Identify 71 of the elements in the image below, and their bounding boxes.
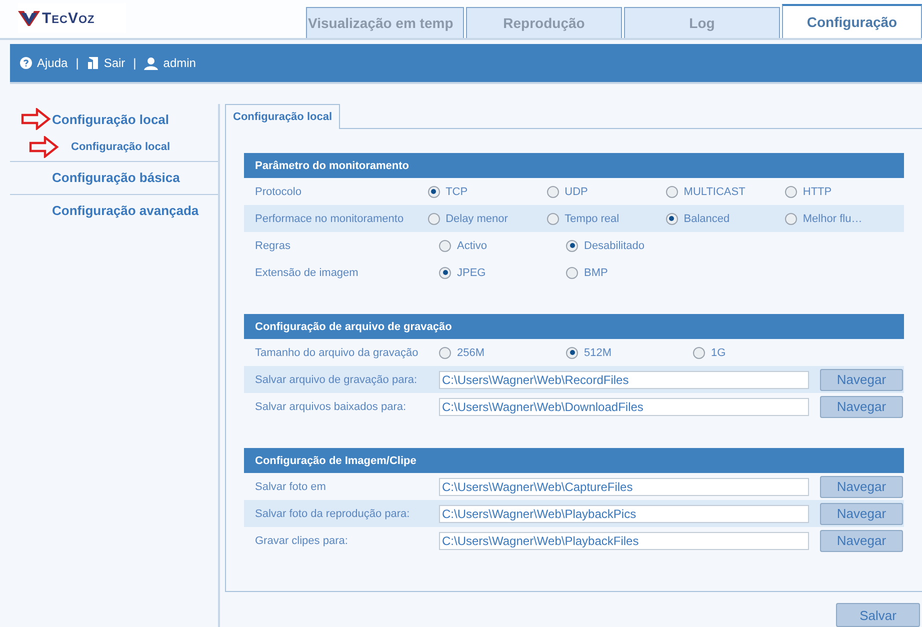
field-label: Extensão de imagem (255, 266, 360, 278)
separator: | (76, 56, 79, 70)
field-label: Salvar foto em (255, 480, 327, 492)
radio-button[interactable] (666, 186, 678, 198)
field-label: Salvar arquivos baixados para: (255, 400, 408, 412)
radio-button[interactable] (566, 240, 578, 252)
option-label: TCP (446, 186, 468, 198)
help-link[interactable]: Ajuda (37, 56, 68, 70)
option-label: MULTICAST (684, 186, 746, 198)
sidebar-item[interactable]: Configuração avançada (52, 202, 199, 218)
user-name: admin (163, 56, 196, 70)
option-label: 512M (584, 346, 612, 358)
radio-button[interactable] (428, 186, 440, 198)
tab[interactable]: Configuração local (225, 104, 340, 129)
logout-link[interactable]: Sair (104, 56, 126, 70)
section-header: Configuração de Imagem/Clipe (244, 448, 904, 473)
radio-button[interactable] (546, 212, 559, 224)
field-label: Salvar foto da reprodução para: (255, 508, 411, 520)
radio-button[interactable] (546, 186, 559, 198)
exit-icon[interactable] (86, 56, 99, 70)
path-field[interactable]: C:\Users\Wagner\Web\PlaybackFiles (439, 532, 809, 550)
path-field[interactable]: C:\Users\Wagner\Web\CaptureFiles (439, 478, 809, 496)
option-label: 1G (711, 346, 726, 358)
browse-button[interactable]: Navegar (820, 368, 903, 390)
radio-button[interactable] (666, 212, 678, 224)
separator: | (133, 56, 136, 70)
tab[interactable]: Configuração (782, 4, 922, 38)
field-label: Salvar arquivo de gravação para: (255, 374, 418, 386)
field-label: Performace no monitoramento (255, 212, 405, 224)
browse-button[interactable]: Navegar (820, 476, 903, 498)
option-label: 256M (457, 346, 485, 358)
option-label: Tempo real (564, 212, 620, 224)
tab[interactable]: Reprodução (466, 7, 622, 38)
option-label: JPEG (457, 266, 486, 278)
sidebar-item[interactable]: Configuração local (52, 112, 170, 126)
radio-button[interactable] (439, 346, 451, 358)
save-button[interactable]: Salvar (836, 603, 920, 627)
path-field[interactable]: C:\Users\Wagner\Web\PlaybackPics (439, 504, 809, 522)
radio-button[interactable] (439, 240, 451, 252)
field-label: Protocolo (255, 186, 302, 198)
radio-button[interactable] (784, 212, 797, 224)
option-label: BMP (584, 266, 608, 278)
radio-button[interactable] (784, 186, 797, 198)
field-label: Gravar clipes para: (255, 534, 349, 546)
option-label: Balanced (684, 212, 730, 224)
option-label: Delay menor (446, 212, 508, 224)
option-label: Activo (457, 240, 487, 252)
field-label: Regras (255, 240, 292, 252)
tab[interactable]: Visualização em temp (306, 7, 464, 38)
option-label: Melhor flu… (802, 212, 862, 224)
tab[interactable]: Log (624, 7, 780, 38)
sidebar-item[interactable]: Configuração básica (52, 170, 180, 184)
help-icon[interactable] (20, 57, 32, 69)
path-field[interactable]: C:\Users\Wagner\Web\DownloadFiles (439, 398, 809, 416)
path-field[interactable]: C:\Users\Wagner\Web\RecordFiles (439, 370, 809, 388)
section-header: Configuração de arquivo de gravação (244, 314, 904, 339)
option-label: HTTP (802, 186, 832, 198)
browse-button[interactable]: Navegar (820, 396, 903, 418)
sidebar-subitem[interactable]: Configuração local (71, 140, 170, 152)
radio-button[interactable] (428, 212, 440, 224)
browse-button[interactable]: Navegar (820, 502, 903, 524)
radio-button[interactable] (693, 346, 705, 358)
browse-button[interactable]: Navegar (820, 530, 903, 552)
radio-button[interactable] (439, 266, 451, 278)
radio-button[interactable] (566, 346, 578, 358)
radio-button[interactable] (566, 266, 578, 278)
field-label: Tamanho do arquivo da gravação (255, 346, 420, 358)
section-header: Parâmetro do monitoramento (244, 153, 904, 178)
user-icon (144, 56, 158, 70)
option-label: Desabilitado (584, 240, 645, 252)
option-label: UDP (564, 186, 588, 198)
